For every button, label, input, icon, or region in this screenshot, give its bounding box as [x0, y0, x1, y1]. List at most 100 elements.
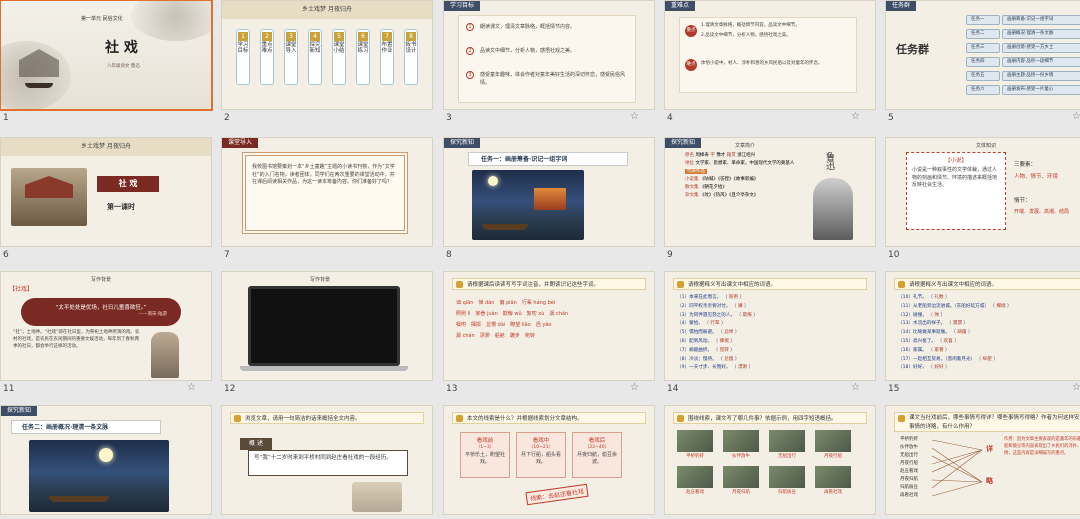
slide-canvas: 探究新知 任务二：画册概况·理清一条文脉 — [0, 405, 212, 515]
event-image — [769, 466, 805, 488]
slide-tag: 探究新知 — [444, 138, 481, 148]
plot-value: 开端、发展、高潮、结局 — [1014, 209, 1070, 215]
event-label: 月夜归航 — [732, 490, 750, 495]
video-player[interactable] — [248, 286, 400, 366]
connector-lines — [932, 439, 983, 497]
summary-label: 概 述 — [240, 438, 272, 450]
slide-canvas: 重难点 重点 1.理清文章脉络，概括情节内容，品读文中细节。 2.品读文中细节，… — [664, 0, 876, 110]
slide-thumb-19[interactable]: 围绕线索，课文写了哪几件事？依据示例，用四字短语概括。 平桥钓虾 伙伴放牛 无船… — [664, 405, 878, 519]
slide-thumb-4[interactable]: 重难点 重点 1.理清文章脉络，概括情节内容，品读文中细节。 2.品读文中细节，… — [664, 0, 878, 130]
animation-star-icon[interactable]: ☆ — [630, 382, 639, 393]
slide-thumb-18[interactable]: 本文的线索是什么？并根据线索划分文章结构。 看戏前 （1~3） 平桥乐土，盼望社… — [443, 405, 657, 519]
slide-thumb-11[interactable]: 写作背景 【社戏】 “太平处处是优场，社日儿童喜欲狂。” ——南宋·陆游 “社”… — [0, 271, 214, 401]
key-line: 2.品读文中细节，分析人物，感悟社戏之美。 — [701, 33, 791, 38]
animation-star-icon[interactable]: ☆ — [1072, 382, 1080, 393]
event-label: 月夜行船 — [824, 454, 842, 459]
slide-thumb-13[interactable]: 请根据课后读读写写字词注音，并朗读识记这些字词。 诎 qiān 惮 dàn 偏 … — [443, 271, 657, 401]
slide-canvas: 请根据释义写出课文中相应的词语。 （10）礼节。 （ 礼数 ） （11）从老船旁… — [885, 271, 1080, 381]
slide-thumb-10[interactable]: 文体知识 【小说】 小说是一种叙事性的文学体裁，通过人物的刻画和情节、环境的描述… — [885, 137, 1080, 267]
slide-thumb-15[interactable]: 请根据释义写出课文中相应的词语。 （10）礼节。 （ 礼数 ） （11）从老船旁… — [885, 271, 1080, 401]
key-badge: 重点 — [685, 25, 697, 37]
slide-tag: 探究新知 — [1, 406, 38, 416]
background-text: “社”，土地神。“社戏”即在社日里，为祭祀土地神所演的戏。农村的社戏，是农民在农… — [13, 330, 140, 349]
task-heading: 任务二：画册概况·理清一条文脉 — [11, 420, 161, 434]
slide-thumb-3[interactable]: 学习目标 1 朗读课文，理清文章脉络，概括情节内容。 2 品读文中细节，分析人物… — [443, 0, 657, 130]
slide-canvas: 请根据课后读读写写字词注音，并朗读识记这些字词。 诎 qiān 惮 dàn 偏 … — [443, 271, 655, 381]
slide-thumb-6[interactable]: 乡土戏梦 月夜归舟 社 戏 第一课时 6 — [0, 137, 214, 267]
slide-number: 14 — [667, 384, 679, 394]
slide-thumb-14[interactable]: 请根据释义写出课文中相应的词语。 （1）本来在此而言。 （ 照例 ） （2）同平… — [664, 271, 878, 401]
slide-thumb-16[interactable]: 探究新知 任务二：画册概况·理清一条文脉 — [0, 405, 214, 519]
instruction-header: 请根据课后读读写写字词注音，并朗读识记这些字词。 — [452, 278, 646, 290]
slide-number: 11 — [3, 384, 15, 394]
slide-canvas: 写作背景 — [221, 271, 433, 381]
slide-thumb-1[interactable]: 第一单元 民俗文化 社 戏 八年级语文 鲁迅 1 — [0, 0, 214, 130]
detail-label: 详 — [986, 445, 993, 453]
slide-thumb-5[interactable]: 任务群 任务群 任务一 画册筹备·识记一组字词 任务二 画册概况·理清一条文脉 … — [885, 0, 1080, 130]
part-box: 看戏中 （10~21） 月下行船，船头看戏。 — [516, 432, 566, 478]
slide-number: 13 — [446, 384, 458, 394]
moon — [99, 448, 113, 462]
slide-canvas: 乡土戏梦 月夜归舟 社 戏 第一课时 — [0, 137, 212, 247]
toc-card: 1 学习目标 — [236, 29, 250, 85]
slide-thumb-20[interactable]: 课文当社戏前后，哪些事情写得详？哪些事情写得略？作者为何这样安排事情的详略，有什… — [885, 405, 1080, 519]
task-value: 画册筹备·识记一组字词 — [1002, 15, 1080, 25]
slide-canvas: 围绕线索，课文写了哪几件事？依据示例，用四字短语概括。 平桥钓虾 伙伴放牛 无船… — [664, 405, 876, 515]
crowd-illustration — [11, 168, 87, 226]
summary-box: 写“我”十二岁时来到平桥村同到赵庄看社戏的一段经历。 — [248, 450, 408, 476]
quote-banner: “太平处处是优场，社日儿童喜欲狂。” ——南宋·陆游 — [21, 298, 181, 326]
instruction-header: 请根据释义写出课文中相应的词语。 — [673, 278, 867, 290]
slide-title: 社 戏 — [105, 40, 138, 56]
slide-number: 1 — [3, 113, 9, 123]
event-label: 平桥钓虾 — [686, 454, 704, 459]
slide-thumb-8[interactable]: 探究新知 任务一：画册筹备·识记一组字词 8 — [443, 137, 657, 267]
animation-star-icon[interactable]: ☆ — [187, 382, 196, 393]
toc-card: 4 探究新知 — [308, 29, 322, 85]
slide-number: 9 — [667, 250, 673, 260]
slide-tag: 探究新知 — [665, 138, 702, 148]
task-group-title: 任务群 — [896, 43, 929, 56]
animation-star-icon[interactable]: ☆ — [851, 382, 860, 393]
animation-star-icon[interactable]: ☆ — [851, 111, 860, 122]
event-label: 再看社戏 — [824, 490, 842, 495]
slide-canvas: 第一单元 民俗文化 社 戏 八年级语文 鲁迅 — [0, 0, 213, 111]
event-image — [815, 430, 851, 452]
explanation-note: 作用：因为文章主要表现的是童年的乐趣，行船和偷豆等内容表现出了乡民们的淳朴、热情… — [1004, 437, 1080, 456]
period-label: 第一课时 — [107, 203, 135, 211]
slide-thumb-7[interactable]: 课堂导入 我校图书馆要策划一本“乡土童趣”主题的小读书刊物，作为“文学社”的入门… — [221, 137, 435, 267]
slide-title: 社 戏 — [97, 176, 159, 192]
event-image — [677, 430, 713, 452]
goal-bullet: 3 — [466, 71, 474, 79]
slide-canvas: 写作背景 【社戏】 “太平处处是优场，社日儿童喜欲狂。” ——南宋·陆游 “社”… — [0, 271, 212, 381]
task-value: 画册主题·品悟一份乡情 — [1002, 71, 1080, 81]
task-value: 画册概况·理清一条文脉 — [1002, 29, 1080, 39]
slide-canvas: 本文的线索是什么？并根据线索划分文章结构。 看戏前 （1~3） 平桥乐土，盼望社… — [443, 405, 655, 515]
slide-tag: 重难点 — [665, 1, 696, 11]
slide-canvas: 请根据释义写出课文中相应的词语。 （1）本来在此而言。 （ 照例 ） （2）同平… — [664, 271, 876, 381]
definition-list: （10）礼节。 （ 礼数 ） （11）从老船旁边流进城。（东船好延方城） （ 撺… — [898, 295, 1012, 371]
slide-thumb-12[interactable]: 写作背景 12 — [221, 271, 435, 401]
animation-star-icon[interactable]: ☆ — [630, 111, 639, 122]
instruction-header: 请根据释义写出课文中相应的词语。 — [894, 278, 1080, 290]
slide-number: 7 — [224, 250, 230, 260]
plot-label: 情节： — [1014, 198, 1031, 204]
slide-thumb-9[interactable]: 探究新知 文章简介 原名 周樟寿 字 豫才 籍贯 浙江绍兴 地位 文学家、思想家… — [664, 137, 878, 267]
slide-tag: 任务群 — [886, 1, 917, 11]
event-list: 平桥钓虾 伙伴放牛 无船出行 月夜行船 赵庄看戏 月夜归航 归航偷豆 再看社戏 — [900, 437, 918, 498]
slide-thumb-2[interactable]: 乡土戏梦 月夜归舟 1 学习目标 2 重点难点 3 课堂导入 4 探究新知 5 课堂小结 … — [221, 0, 435, 130]
goal-text: 品读文中细节，分析人物，感悟社戏之美。 — [480, 48, 576, 54]
slide-thumb-17[interactable]: 浏览文章，请用一句简洁的话来概括全文内容。 概 述 写“我”十二岁时来到平桥村同… — [221, 405, 435, 519]
task-value: 画册创意·感受一方乡土 — [1002, 43, 1080, 53]
instruction-header: 课文当社戏前后，哪些事情写得详？哪些事情写得略？作者为何这样安排事情的详略，有什… — [894, 412, 1080, 432]
section-label: 写作背景 — [310, 277, 331, 283]
slide-header: 乡土戏梦 月夜归舟 — [1, 138, 211, 156]
animation-star-icon[interactable]: ☆ — [1072, 111, 1080, 122]
definition-list: （1）本来在此而言。 （ 照例 ） （2）同平权亲亲要对付。 （ 嫌 ） （3）… — [677, 295, 758, 371]
goal-bullet: 2 — [466, 47, 474, 55]
task-key: 任务四 — [966, 57, 1000, 67]
slide-canvas: 乡土戏梦 月夜归舟 1 学习目标 2 重点难点 3 课堂导入 4 探究新知 5 课堂小结 … — [221, 0, 433, 110]
stage-light — [534, 188, 566, 210]
goal-text: 感受童年趣味，体会作者对童年美好生活的深切怀恋，感受民俗风情。 — [480, 72, 626, 86]
event-image — [769, 430, 805, 452]
moon — [488, 176, 498, 186]
